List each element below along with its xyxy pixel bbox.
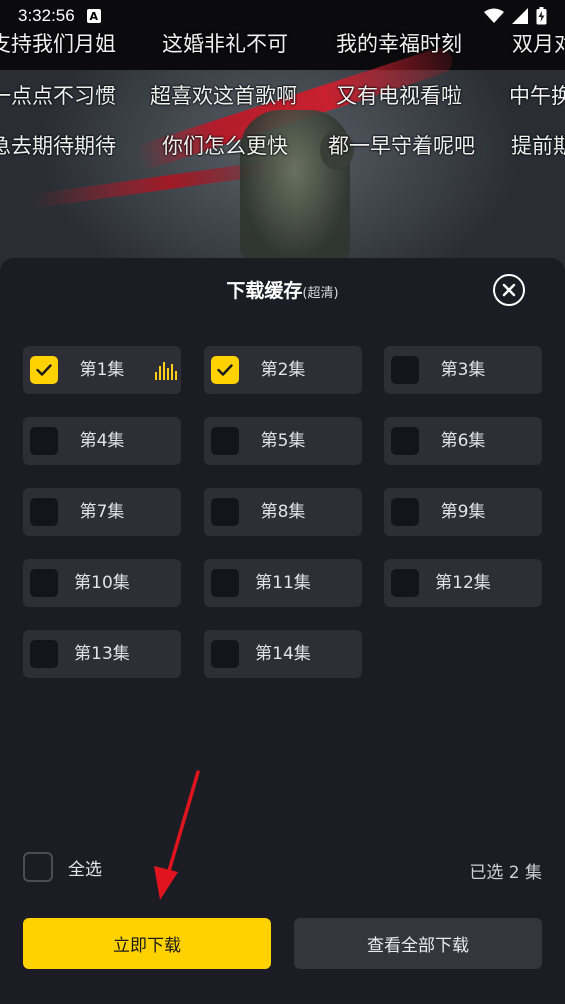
selected-count: 已选 2 集 <box>469 863 542 883</box>
episode-item[interactable]: 第1集 <box>23 346 181 394</box>
battery-charging-icon <box>536 7 547 25</box>
episode-label: 第9集 <box>440 502 486 522</box>
close-icon <box>502 283 516 297</box>
episode-checkbox[interactable] <box>211 498 239 526</box>
wifi-icon <box>484 8 504 23</box>
episode-label: 第6集 <box>440 431 486 451</box>
download-cache-sheet: 下载缓存(超清) 第1集 第2集 第3集第4集 第5集 第6集第7集 第8集 第9集第10集… <box>0 258 565 1004</box>
episode-label: 第10集 <box>74 573 130 593</box>
danmaku-text: 这婚非礼不可 <box>162 32 288 56</box>
episode-item[interactable]: 第4集 <box>23 417 181 465</box>
episode-checkbox[interactable] <box>211 427 239 455</box>
episode-checkbox[interactable] <box>391 498 419 526</box>
select-all-checkbox[interactable]: 全选 <box>23 852 102 882</box>
episode-label: 第2集 <box>260 360 306 380</box>
sheet-title-text: 下载缓存 <box>226 280 303 302</box>
episode-item[interactable]: 第5集 <box>204 417 362 465</box>
danmaku-text: 你们怎么更快 <box>162 134 288 158</box>
close-button[interactable] <box>493 274 525 306</box>
now-playing-icon <box>155 362 177 380</box>
danmaku-text: 提前期 <box>511 134 565 158</box>
view-all-downloads-button[interactable]: 查看全部下载 <box>294 918 542 969</box>
episode-item[interactable]: 第7集 <box>23 488 181 536</box>
danmaku-text: 急去期待期待 <box>0 134 116 158</box>
danmaku-row-1: 支持我们月姐 这婚非礼不可 我的幸福时刻 双月对 <box>0 28 565 62</box>
select-all-box <box>23 852 53 882</box>
episode-item[interactable]: 第11集 <box>204 559 362 607</box>
episode-label: 第7集 <box>79 502 125 522</box>
episode-checkbox[interactable] <box>211 356 239 384</box>
episode-label: 第8集 <box>260 502 306 522</box>
episode-label: 第14集 <box>255 644 311 664</box>
danmaku-text: 一点点不习惯 <box>0 84 116 108</box>
danmaku-text: 都一早守着呢吧 <box>328 134 475 158</box>
episode-checkbox[interactable] <box>211 640 239 668</box>
status-bar: 3:32:56 A <box>0 0 565 32</box>
danmaku-row-2: 一点点不习惯 超喜欢这首歌啊 又有电视看啦 中午换 <box>0 80 565 114</box>
checkmark-icon <box>36 364 52 376</box>
danmaku-text: 我的幸福时刻 <box>336 32 462 56</box>
episode-checkbox[interactable] <box>391 569 419 597</box>
episode-item[interactable]: 第14集 <box>204 630 362 678</box>
checkmark-icon <box>217 364 233 376</box>
episode-item[interactable]: 第13集 <box>23 630 181 678</box>
episode-item[interactable]: 第9集 <box>384 488 542 536</box>
episode-checkbox[interactable] <box>30 427 58 455</box>
episode-item[interactable]: 第10集 <box>23 559 181 607</box>
episode-checkbox[interactable] <box>30 569 58 597</box>
status-time: 3:32:56 <box>18 6 75 25</box>
danmaku-text: 双月对 <box>512 32 565 56</box>
danmaku-text: 支持我们月姐 <box>0 32 116 56</box>
episode-label: 第11集 <box>255 573 311 593</box>
episode-label: 第4集 <box>79 431 125 451</box>
episode-checkbox[interactable] <box>211 569 239 597</box>
episode-checkbox[interactable] <box>391 427 419 455</box>
danmaku-text: 又有电视看啦 <box>336 84 462 108</box>
select-all-label: 全选 <box>68 859 102 880</box>
episode-item[interactable]: 第2集 <box>204 346 362 394</box>
episode-label: 第3集 <box>440 360 486 380</box>
episode-item[interactable]: 第8集 <box>204 488 362 536</box>
danmaku-row-3: 急去期待期待 你们怎么更快 都一早守着呢吧 提前期 <box>0 130 565 164</box>
episode-item[interactable]: 第12集 <box>384 559 542 607</box>
danmaku-text: 超喜欢这首歌啊 <box>150 84 297 108</box>
episode-checkbox[interactable] <box>30 356 58 384</box>
episode-item[interactable]: 第6集 <box>384 417 542 465</box>
signal-icon <box>512 8 528 24</box>
quality-label: (超清) <box>302 286 339 301</box>
episode-checkbox[interactable] <box>30 498 58 526</box>
episode-checkbox[interactable] <box>391 356 419 384</box>
episode-label: 第13集 <box>74 644 130 664</box>
status-right-icons <box>484 7 547 25</box>
episode-item[interactable]: 第3集 <box>384 346 542 394</box>
notification-a-icon: A <box>86 9 101 23</box>
red-arrow-annotation <box>154 770 200 900</box>
download-now-button[interactable]: 立即下载 <box>23 918 271 969</box>
sheet-title: 下载缓存(超清) <box>0 276 565 303</box>
episode-label: 第12集 <box>435 573 491 593</box>
episode-checkbox[interactable] <box>30 640 58 668</box>
danmaku-text: 中午换 <box>509 84 565 108</box>
episode-label: 第5集 <box>260 431 306 451</box>
